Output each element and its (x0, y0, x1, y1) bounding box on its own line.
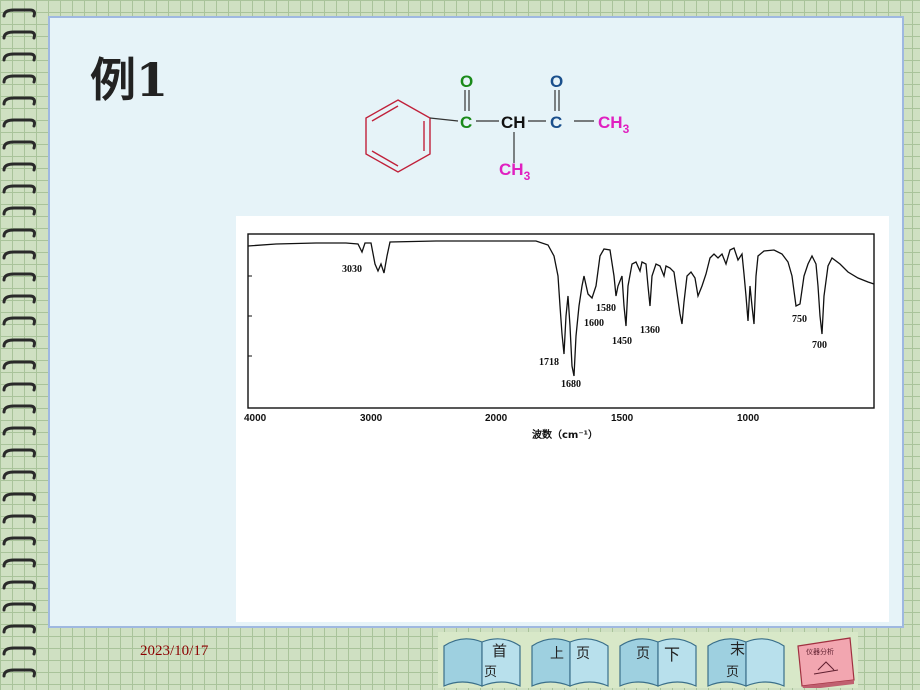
benzene-ring (365, 99, 431, 173)
nav-next-top: 页 (636, 646, 650, 662)
binding-ring (2, 470, 36, 480)
nav-next-button[interactable]: 页 下 (616, 632, 700, 688)
binding-ring (2, 118, 36, 128)
ir-spectrum: 3030 1718 1680 1600 1580 1450 1360 750 7… (236, 216, 889, 622)
slide-panel: 例1 O C CH O C CH3 CH3 3030 1718 1680 160… (48, 16, 904, 628)
binding-ring (2, 580, 36, 590)
binding-ring (2, 8, 36, 18)
slide-title: 例1 (90, 53, 169, 107)
carbonyl-carbon-2: C (550, 113, 562, 132)
binding-ring (2, 206, 36, 216)
binding-ring (2, 184, 36, 194)
binding-ring (2, 404, 36, 414)
binding-ring (2, 382, 36, 392)
binding-ring (2, 338, 36, 348)
peak-label-3030: 3030 (342, 264, 362, 275)
molecule-structure: O C CH O C CH3 CH3 (365, 72, 630, 183)
x-tick-4000: 4000 (244, 413, 267, 424)
peak-label-750: 750 (792, 314, 807, 325)
binding-ring (2, 536, 36, 546)
binding-ring (2, 294, 36, 304)
binding-ring (2, 426, 36, 436)
peak-label-1360: 1360 (640, 325, 660, 336)
binding-ring (2, 602, 36, 612)
binding-ring (2, 272, 36, 282)
spiral-binding (2, 8, 36, 678)
peak-label-1450: 1450 (612, 336, 632, 347)
binding-ring (2, 514, 36, 524)
binding-ring (2, 52, 36, 62)
binding-ring (2, 646, 36, 656)
binding-ring (2, 668, 36, 678)
binding-ring (2, 96, 36, 106)
x-tick-2000: 2000 (485, 413, 508, 424)
binding-ring (2, 140, 36, 150)
binding-ring (2, 558, 36, 568)
nav-last-button[interactable]: 末 页 (704, 632, 788, 688)
nav-prev-top: 上 (550, 646, 564, 662)
peak-label-1580: 1580 (596, 303, 616, 314)
binding-ring (2, 250, 36, 260)
binding-ring (2, 316, 36, 326)
binding-ring (2, 74, 36, 84)
spectrum-trace (247, 240, 875, 377)
carbonyl-carbon-1: C (460, 113, 472, 132)
peak-label-700: 700 (812, 340, 827, 351)
nav-prev-button[interactable]: 上 页 (528, 632, 612, 688)
oxygen-2: O (550, 72, 563, 91)
peak-label-1718: 1718 (539, 357, 559, 368)
nav-first-bottom: 页 (484, 665, 497, 680)
binding-ring (2, 228, 36, 238)
binding-ring (2, 492, 36, 502)
binding-ring (2, 624, 36, 634)
oxygen-1: O (460, 72, 473, 91)
binding-ring (2, 360, 36, 370)
book-icon[interactable]: 仪器分析 (792, 632, 860, 688)
nav-last-top: 末 (730, 640, 745, 658)
methyl-right: CH3 (598, 113, 630, 136)
nav-last-bottom: 页 (726, 665, 739, 680)
book-label: 仪器分析 (806, 647, 834, 656)
x-axis-label: 波数（cm⁻¹） (532, 428, 598, 441)
peak-label-1680: 1680 (561, 379, 581, 390)
binding-ring (2, 448, 36, 458)
peak-label-1600: 1600 (584, 318, 604, 329)
nav-prev-bottom: 页 (576, 646, 590, 662)
slide-date: 2023/10/17 (140, 643, 209, 659)
nav-first-button[interactable]: 首 页 (440, 632, 524, 688)
nav-first-top: 首 (492, 642, 507, 660)
binding-ring (2, 162, 36, 172)
x-tick-1000: 1000 (737, 413, 760, 424)
methyl-down: CH3 (499, 160, 531, 183)
x-tick-3000: 3000 (360, 413, 383, 424)
center-ch: CH (501, 113, 526, 132)
nav-next-bottom: 下 (664, 645, 680, 664)
binding-ring (2, 30, 36, 40)
x-tick-1500: 1500 (611, 413, 634, 424)
